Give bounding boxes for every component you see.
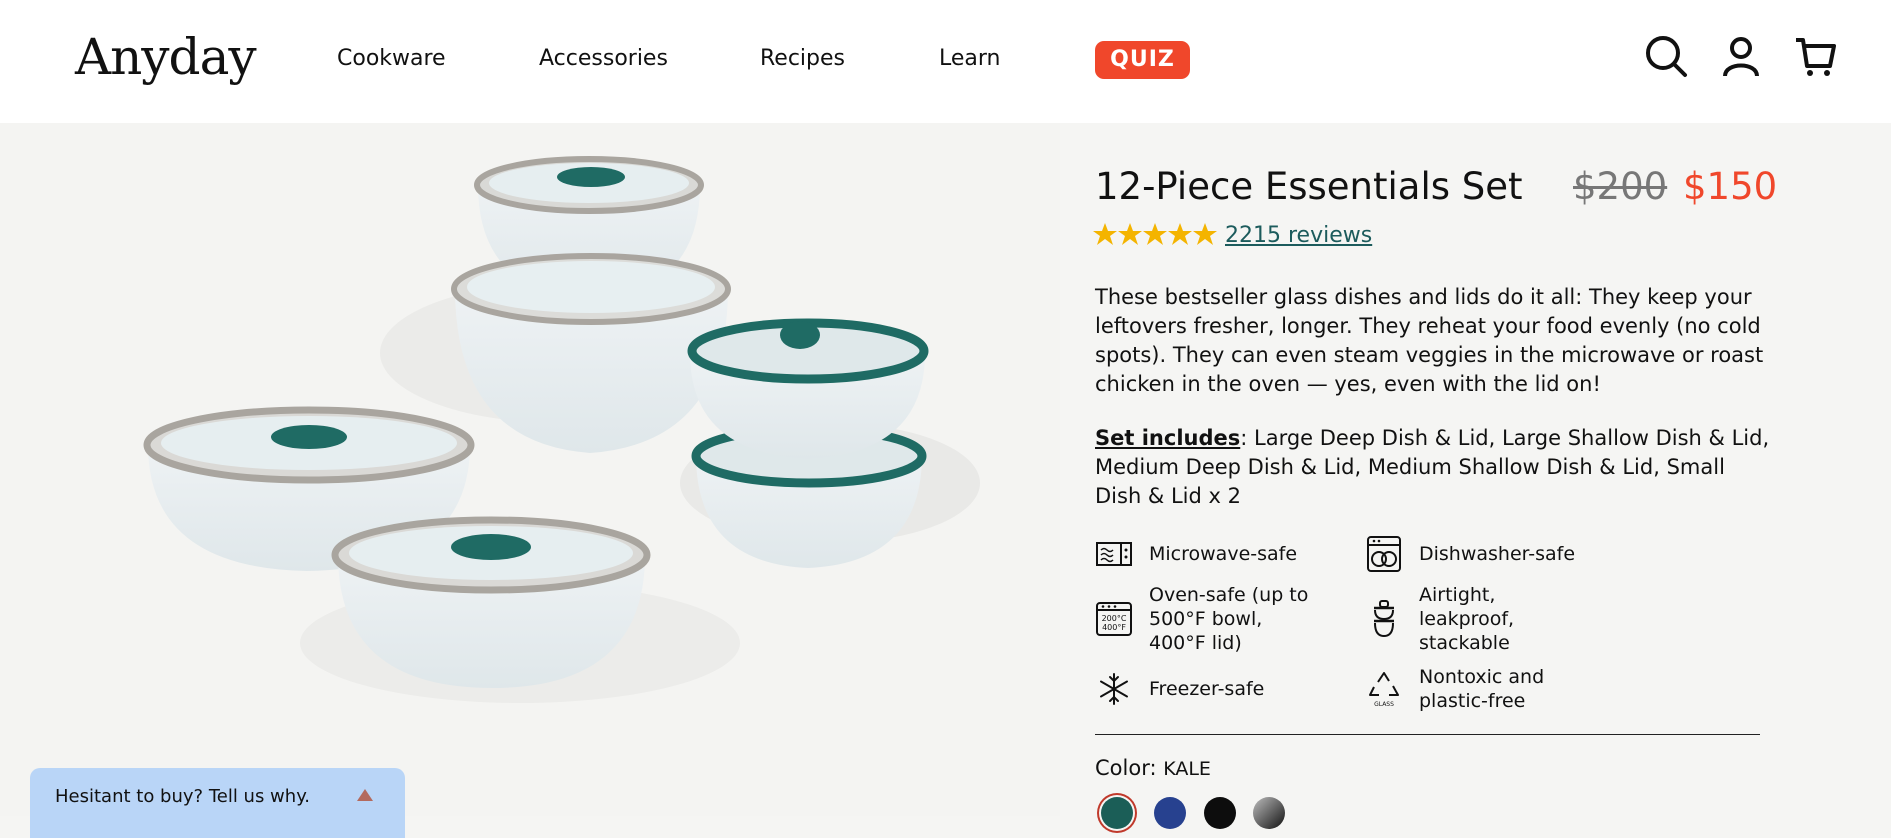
original-price: $200: [1573, 165, 1668, 208]
swatch-kale[interactable]: [1101, 797, 1133, 829]
feature-nontoxic-label-1: Nontoxic and: [1419, 666, 1545, 688]
product-photo: [143, 156, 980, 703]
reviews-link[interactable]: 2215 reviews: [1225, 223, 1372, 248]
feature-freezer: Freezer-safe: [1095, 670, 1264, 708]
nav-learn[interactable]: Learn: [939, 46, 1001, 71]
feature-oven: 200°C 400°F Oven-safe (up to 500°F bowl,…: [1095, 583, 1308, 655]
product-title: 12-Piece Essentials Set: [1095, 165, 1523, 208]
stack-icon: [1374, 600, 1394, 638]
feature-dishwasher-label: Dishwasher-safe: [1419, 543, 1576, 565]
feature-oven-label-3: 400°F lid): [1149, 632, 1242, 654]
feature-stackable-label-1: Airtight,: [1419, 584, 1496, 606]
search-icon[interactable]: [1644, 34, 1688, 78]
recycle-icon: GLASS: [1369, 672, 1399, 708]
section-divider: [1095, 734, 1760, 735]
product-description: These bestseller glass dishes and lids d…: [1095, 285, 1764, 396]
set-includes: Set includes: Large Deep Dish & Lid, Lar…: [1095, 424, 1775, 511]
feature-microwave: Microwave-safe: [1095, 535, 1297, 573]
dishwasher-icon: [1367, 536, 1401, 572]
feature-nontoxic: GLASS Nontoxic and plastic-free: [1365, 665, 1544, 713]
swatch-black[interactable]: [1204, 797, 1236, 829]
feature-stackable-label-3: stackable: [1419, 632, 1510, 654]
feature-dishwasher: Dishwasher-safe: [1365, 535, 1575, 573]
nav-cookware[interactable]: Cookware: [337, 46, 446, 71]
selected-color-value: KALE: [1163, 758, 1211, 780]
feedback-widget[interactable]: Hesitant to buy? Tell us why.: [30, 768, 405, 838]
feature-oven-label-2: 500°F bowl,: [1149, 608, 1263, 630]
microwave-icon: [1096, 542, 1132, 566]
set-includes-label: Set includes: [1095, 426, 1241, 450]
snowflake-icon: [1100, 673, 1128, 705]
oven-icon-text-2: 400°F: [1102, 623, 1126, 632]
rating-stars: [1093, 223, 1217, 245]
feature-stackable: Airtight, leakproof, stackable: [1365, 583, 1514, 655]
feature-stackable-label-2: leakproof,: [1419, 608, 1515, 630]
site-header: Anyday Cookware Accessories Recipes Lear…: [0, 0, 1891, 123]
nav-recipes[interactable]: Recipes: [760, 46, 845, 71]
feedback-text: Hesitant to buy? Tell us why.: [55, 786, 310, 807]
oven-icon: 200°C 400°F: [1096, 602, 1132, 636]
brand-logo[interactable]: Anyday: [75, 28, 257, 86]
sale-price: $150: [1683, 165, 1778, 208]
account-icon[interactable]: [1719, 34, 1763, 78]
feature-freezer-label: Freezer-safe: [1149, 678, 1265, 700]
cart-icon[interactable]: [1794, 34, 1838, 78]
feature-oven-label-1: Oven-safe (up to: [1149, 584, 1309, 606]
swatch-blue[interactable]: [1154, 797, 1186, 829]
swatch-gradient[interactable]: [1253, 797, 1285, 829]
product-image[interactable]: [0, 123, 1060, 816]
nav-accessories[interactable]: Accessories: [539, 46, 668, 71]
oven-icon-text-1: 200°C: [1102, 614, 1127, 623]
recycle-icon-text: GLASS: [1374, 701, 1394, 708]
color-selector-label: Color: KALE: [1095, 756, 1211, 780]
quiz-button[interactable]: QUIZ: [1095, 41, 1190, 79]
expand-arrow-icon[interactable]: [357, 789, 373, 801]
feature-microwave-label: Microwave-safe: [1149, 543, 1298, 565]
color-label: Color:: [1095, 756, 1164, 780]
feature-nontoxic-label-2: plastic-free: [1419, 690, 1526, 712]
